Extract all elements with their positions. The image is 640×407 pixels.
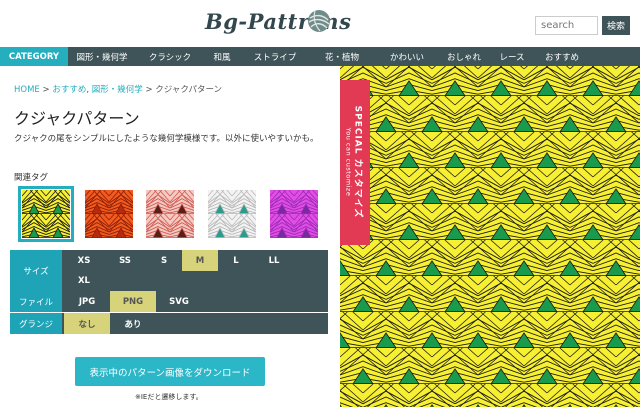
breadcrumb-home[interactable]: HOME bbox=[14, 85, 40, 95]
file-option-row: ファイル JPG PNG SVG bbox=[10, 291, 328, 312]
size-option[interactable]: XL bbox=[64, 270, 104, 291]
breadcrumb-separator: > bbox=[142, 85, 156, 95]
site-header: Bg-Pattrens 検索 bbox=[0, 0, 640, 47]
special-main-label: SPECIAL カスタマイズ bbox=[352, 105, 363, 219]
nav-item-recommended[interactable]: おすすめ bbox=[536, 47, 588, 66]
color-variation-thumb[interactable] bbox=[146, 190, 194, 238]
breadcrumb-recommended[interactable]: おすすめ bbox=[52, 85, 86, 95]
size-option[interactable]: XS bbox=[64, 250, 104, 271]
file-option[interactable]: PNG bbox=[110, 291, 156, 312]
nav-item-category[interactable]: CATEGORY bbox=[0, 47, 68, 66]
color-variation-thumb[interactable] bbox=[208, 190, 256, 238]
file-label: ファイル bbox=[10, 291, 62, 312]
color-variation-thumb[interactable] bbox=[270, 190, 318, 238]
page-description: クジャクの尾をシンプルにしたような幾何学模様です。以外に使いやすいかも。 bbox=[14, 134, 319, 144]
size-option[interactable]: SS bbox=[104, 250, 146, 271]
nav-item-classic[interactable]: クラシック bbox=[136, 47, 204, 66]
grunge-option-row: グランジ なし あり bbox=[10, 313, 328, 334]
nav-item-stripe[interactable]: ストライプ bbox=[240, 47, 310, 66]
nav-item-geometric[interactable]: 図形・幾何学 bbox=[68, 47, 136, 66]
breadcrumb-geometric[interactable]: 図形・幾何学 bbox=[92, 85, 143, 95]
size-option[interactable]: L bbox=[218, 250, 254, 271]
download-button[interactable]: 表示中のパターン画像をダウンロード bbox=[75, 357, 265, 386]
nav-item-flower-plant[interactable]: 花・植物 bbox=[310, 47, 374, 66]
pattern-preview bbox=[340, 66, 640, 407]
breadcrumb: HOME > おすすめ, 図形・幾何学 > クジャクパターン bbox=[14, 83, 222, 95]
related-tags-label: 関連タグ bbox=[14, 173, 49, 183]
nav-item-lace[interactable]: レース bbox=[488, 47, 536, 66]
special-sub-label: You can customize bbox=[344, 127, 353, 197]
search-button[interactable]: 検索 bbox=[602, 16, 630, 35]
nav-item-japanese[interactable]: 和風 bbox=[204, 47, 240, 66]
category-nav: CATEGORY 図形・幾何学 クラシック 和風 ストライプ 花・植物 かわいい… bbox=[0, 47, 640, 66]
ie-note: ※IEだと遷移します。 bbox=[135, 393, 203, 401]
color-variation-thumb[interactable] bbox=[85, 190, 133, 238]
file-option[interactable]: SVG bbox=[156, 291, 202, 312]
size-label: サイズ bbox=[10, 250, 62, 291]
grunge-label: グランジ bbox=[10, 313, 62, 334]
size-option[interactable]: LL bbox=[254, 250, 294, 271]
size-option[interactable]: S bbox=[146, 250, 182, 271]
breadcrumb-separator: > bbox=[39, 85, 53, 95]
nav-item-cute[interactable]: かわいい bbox=[374, 47, 440, 66]
nav-item-stylish[interactable]: おしゃれ bbox=[440, 47, 488, 66]
grunge-option[interactable]: なし bbox=[64, 313, 110, 334]
file-option[interactable]: JPG bbox=[64, 291, 110, 312]
special-customize-text: SPECIAL カスタマイズ You can customize bbox=[345, 106, 366, 219]
breadcrumb-current: クジャクパターン bbox=[155, 85, 223, 95]
search-input[interactable] bbox=[535, 16, 598, 35]
grunge-option[interactable]: あり bbox=[110, 313, 156, 334]
yarn-ball-icon bbox=[308, 10, 330, 32]
page-title: クジャクパターン bbox=[14, 109, 140, 128]
page: Bg-Pattrens 検索 CATEGORY 図形・幾何学 クラシック 和風 … bbox=[0, 0, 640, 407]
size-option-row: サイズ XS SS S M L LL XL bbox=[10, 250, 328, 291]
color-variation-thumb[interactable] bbox=[18, 186, 74, 242]
size-option[interactable]: M bbox=[182, 250, 218, 271]
